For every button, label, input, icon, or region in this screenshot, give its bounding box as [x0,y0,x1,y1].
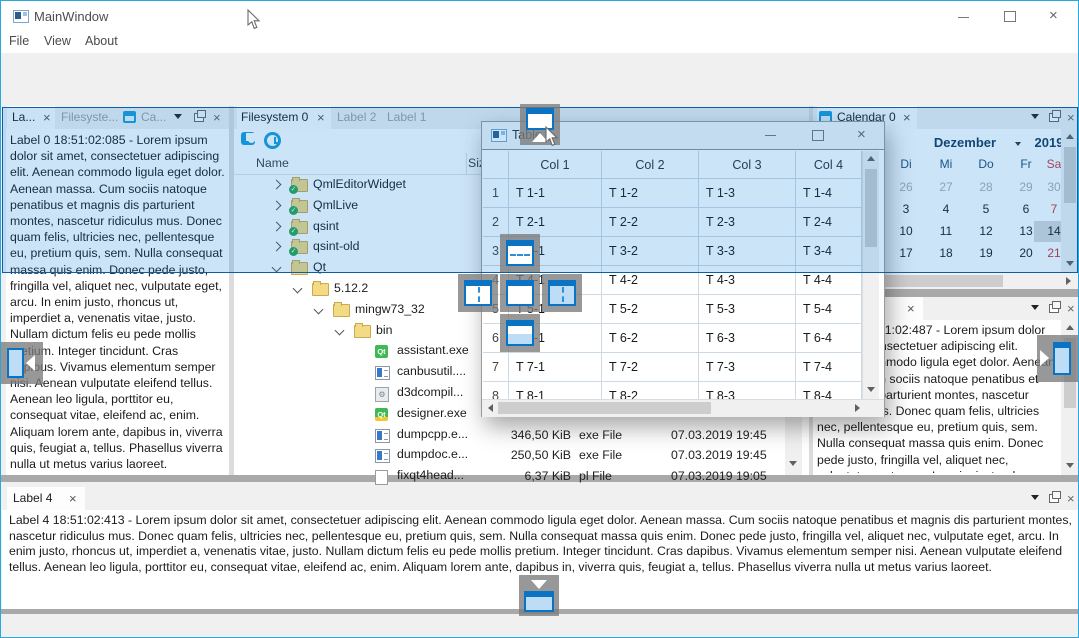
tree-item-name: assistant.exe [397,341,468,360]
main-window: MainWindow × File View About Save State … [0,0,1079,638]
table-cell[interactable]: T 5-2 [602,295,699,324]
drop-indicator-area-bottom[interactable] [500,314,540,352]
file-detail-row: 6,37 KiB pl File 07.03.2019 19:05 [471,466,809,486]
drop-indicator-area-center[interactable] [500,274,540,312]
drop-indicator-area-left[interactable] [458,274,498,312]
menu-about[interactable]: About [85,34,118,48]
table-cell[interactable]: T 6-3 [699,324,796,353]
drop-indicator-bottom-edge[interactable] [519,575,559,616]
tree-item-name: mingw73_32 [355,300,425,319]
file-modified: 07.03.2019 19:45 [671,425,767,445]
menu-file[interactable]: File [9,34,29,48]
scroll-left-icon[interactable] [488,404,493,412]
app-exe-icon [375,429,390,443]
toolbar: Save State Restore State test1 Create Pe… [1,53,1078,103]
tree-row[interactable]: bin [234,321,468,341]
dock-split-top-icon [506,240,534,266]
tree-row[interactable]: Qt designer.exe [234,404,468,424]
file-modified: 07.03.2019 19:05 [671,466,767,486]
app-exe-icon [375,366,390,380]
scroll-right-icon[interactable] [855,404,860,412]
tree-item-name: fixqt4head... [397,466,464,485]
tree-item-name: bin [376,321,392,340]
file-type: exe File [579,425,622,445]
qt-exe-designer-icon: Qt [375,408,388,421]
app-exe-icon [375,449,390,463]
drop-indicator-area-top[interactable] [500,234,540,272]
file-detail-row: 250,50 KiB exe File 07.03.2019 19:45 [471,445,809,465]
tree-row[interactable]: dumpdoc.e... [234,445,468,465]
file-detail-row: 346,50 KiB exe File 07.03.2019 19:45 [471,425,809,445]
file-size: 6,37 KiB [471,466,571,486]
scroll-down-icon[interactable] [867,387,875,392]
collapse-icon[interactable] [335,326,345,336]
file-type: exe File [579,445,622,465]
tree-item-name: canbusutil.... [397,362,466,381]
arrow-left-icon [26,355,35,371]
dock-bottom-icon [524,591,554,612]
tree-item-name: dumpcpp.e... [397,425,468,444]
maximize-icon[interactable] [1004,11,1016,22]
table-cell[interactable]: T 5-4 [796,295,862,324]
file-size: 250,50 KiB [471,445,571,465]
tree-item-name: designer.exe [397,404,467,423]
menu-view[interactable]: View [44,34,71,48]
drop-indicator-right-edge[interactable] [1037,335,1079,382]
dock-tab-icon [506,280,534,306]
table-cell[interactable]: T 6-4 [796,324,862,353]
file-modified: 07.03.2019 19:45 [671,445,767,465]
file-size: 346,50 KiB [471,425,571,445]
folder-icon [354,325,371,338]
arrow-up-icon [532,133,548,142]
collapse-icon[interactable] [314,305,324,315]
minimize-icon[interactable] [958,17,969,18]
dock-split-right-icon [548,280,576,306]
close-icon[interactable]: × [1049,8,1058,23]
table-cell[interactable]: T 6-2 [602,324,699,353]
tree-row[interactable]: dumpcpp.e... [234,425,468,445]
tree-row[interactable]: Qt assistant.exe [234,341,468,361]
dock-split-bottom-icon [506,320,534,346]
table-cell[interactable]: T 7-1 [509,353,602,382]
window-title: MainWindow [34,9,108,24]
tree-row[interactable]: mingw73_32 [234,300,468,320]
file-icon [375,470,388,485]
tree-row[interactable]: fixqt4head... [234,466,468,486]
status-bar [1,614,1078,638]
table-row-header[interactable]: 7 [483,353,509,382]
sys-file-icon: ⚙ [375,387,389,402]
tree-item-name: d3dcompil... [397,383,463,402]
table-cell[interactable]: T 7-4 [796,353,862,382]
table-hscrollbar[interactable] [482,399,884,417]
dock-right-icon [1053,342,1071,375]
app-icon [13,10,29,23]
title-bar[interactable]: MainWindow × [1,1,1078,31]
table-cell[interactable]: T 5-3 [699,295,796,324]
tree-row[interactable]: ⚙ d3dcompil... [234,383,468,403]
scrollbar-thumb[interactable] [498,402,711,414]
drop-indicator-area-right[interactable] [542,274,582,312]
drop-indicator-left-edge[interactable] [0,342,43,384]
table-cell[interactable]: T 7-3 [699,353,796,382]
folder-icon [312,283,329,296]
tree-row[interactable]: 5.12.2 [234,279,468,299]
drop-indicator-top-edge[interactable] [520,104,560,145]
qt-exe-icon: Qt [375,345,388,358]
dock-split-left-icon [464,280,492,306]
menu-bar: File View About [1,31,1078,53]
arrow-down-icon [531,580,547,589]
tree-row[interactable]: canbusutil.... [234,362,468,382]
folder-icon [333,304,350,317]
file-type: pl File [579,466,612,486]
collapse-icon[interactable] [293,284,303,294]
table-cell[interactable]: T 7-2 [602,353,699,382]
tree-item-name: dumpdoc.e... [397,445,468,464]
arrow-right-icon [1040,350,1049,366]
dock-top-icon [526,108,554,130]
tree-item-name: 5.12.2 [334,279,368,298]
dock-left-icon [7,348,24,378]
